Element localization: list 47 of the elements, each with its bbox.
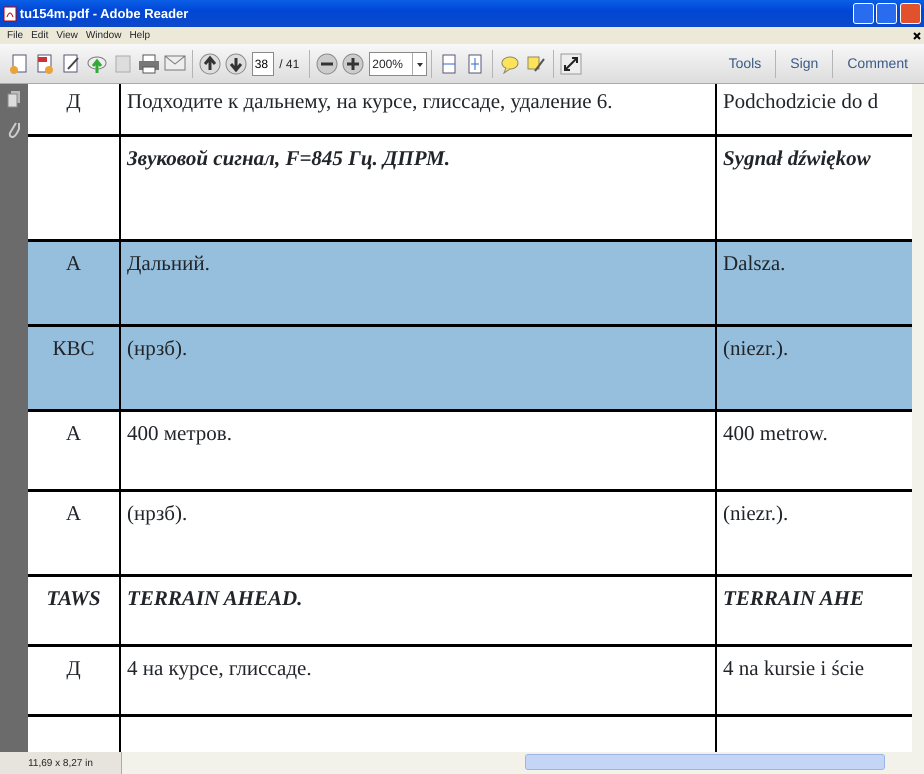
zoom-dropdown[interactable]: 200% — [368, 52, 427, 76]
table-cell: TAWS — [46, 586, 101, 610]
pages-icon[interactable] — [7, 90, 21, 108]
table-cell: (niezr.). — [723, 500, 788, 524]
menu-item[interactable]: File — [3, 28, 28, 43]
page-size-label: 11,69 x 8,27 in — [0, 752, 122, 774]
zoom-value: 200% — [371, 56, 404, 72]
vertical-scrollbar[interactable] — [912, 84, 924, 752]
table-cell: Д — [66, 656, 81, 680]
table-cell: Звуковой сигнал, F=845 Гц. ДПРМ. — [127, 146, 450, 170]
table-cell: 4 na kursie i ście — [723, 656, 864, 680]
table-cell: А — [66, 500, 82, 524]
table-cell: (niezr.). — [723, 336, 788, 360]
table-cell: TERRAIN AHE — [723, 586, 864, 610]
menu-item[interactable]: View — [52, 28, 82, 43]
window-title: tu154m.pdf - Adobe Reader — [20, 4, 188, 23]
page-number-field[interactable]: 38 — [252, 52, 274, 76]
table-cell: (нрзб). — [127, 336, 188, 360]
restore-button[interactable] — [876, 3, 898, 24]
caret-icon[interactable] — [412, 52, 426, 74]
table-cell: Podchodzicie do d — [723, 89, 878, 113]
menu-item[interactable]: Help — [125, 28, 154, 43]
page-count: / 41 — [279, 56, 300, 72]
minimize-button[interactable] — [852, 3, 874, 24]
horizontal-scrollbar[interactable] — [122, 752, 924, 774]
table-cell: А — [66, 250, 82, 274]
table-cell: Dalsza. — [723, 250, 786, 274]
table-cell: 4 на курсе, глиссаде. — [127, 656, 312, 680]
table-cell: Д — [66, 89, 81, 113]
toolbar-link[interactable]: Tools — [718, 53, 772, 74]
table-cell: Дальний. — [127, 250, 210, 274]
table-cell: Sygnał dźwiękow — [723, 146, 871, 170]
table-cell: КВС — [52, 336, 95, 360]
close-button[interactable] — [900, 3, 921, 24]
close-icon[interactable] — [913, 32, 921, 40]
toolbar-link[interactable]: Comment — [837, 53, 918, 74]
scrollbar-thumb[interactable] — [524, 754, 885, 770]
menu-item[interactable]: Edit — [27, 28, 52, 43]
table-cell: 400 метров. — [127, 420, 232, 444]
table-cell: TERRAIN AHEAD. — [127, 586, 302, 610]
table-cell: (нрзб). — [127, 500, 188, 524]
toolbar-link[interactable]: Sign — [780, 53, 828, 74]
table-cell: 400 metrow. — [723, 420, 828, 444]
pdf-file-icon — [3, 6, 17, 22]
table-cell: А — [66, 420, 82, 444]
menu-item[interactable]: Window — [82, 28, 126, 43]
table-cell: Подходите к дальнему, на курсе, глиссаде, удаление 6. — [127, 89, 613, 113]
